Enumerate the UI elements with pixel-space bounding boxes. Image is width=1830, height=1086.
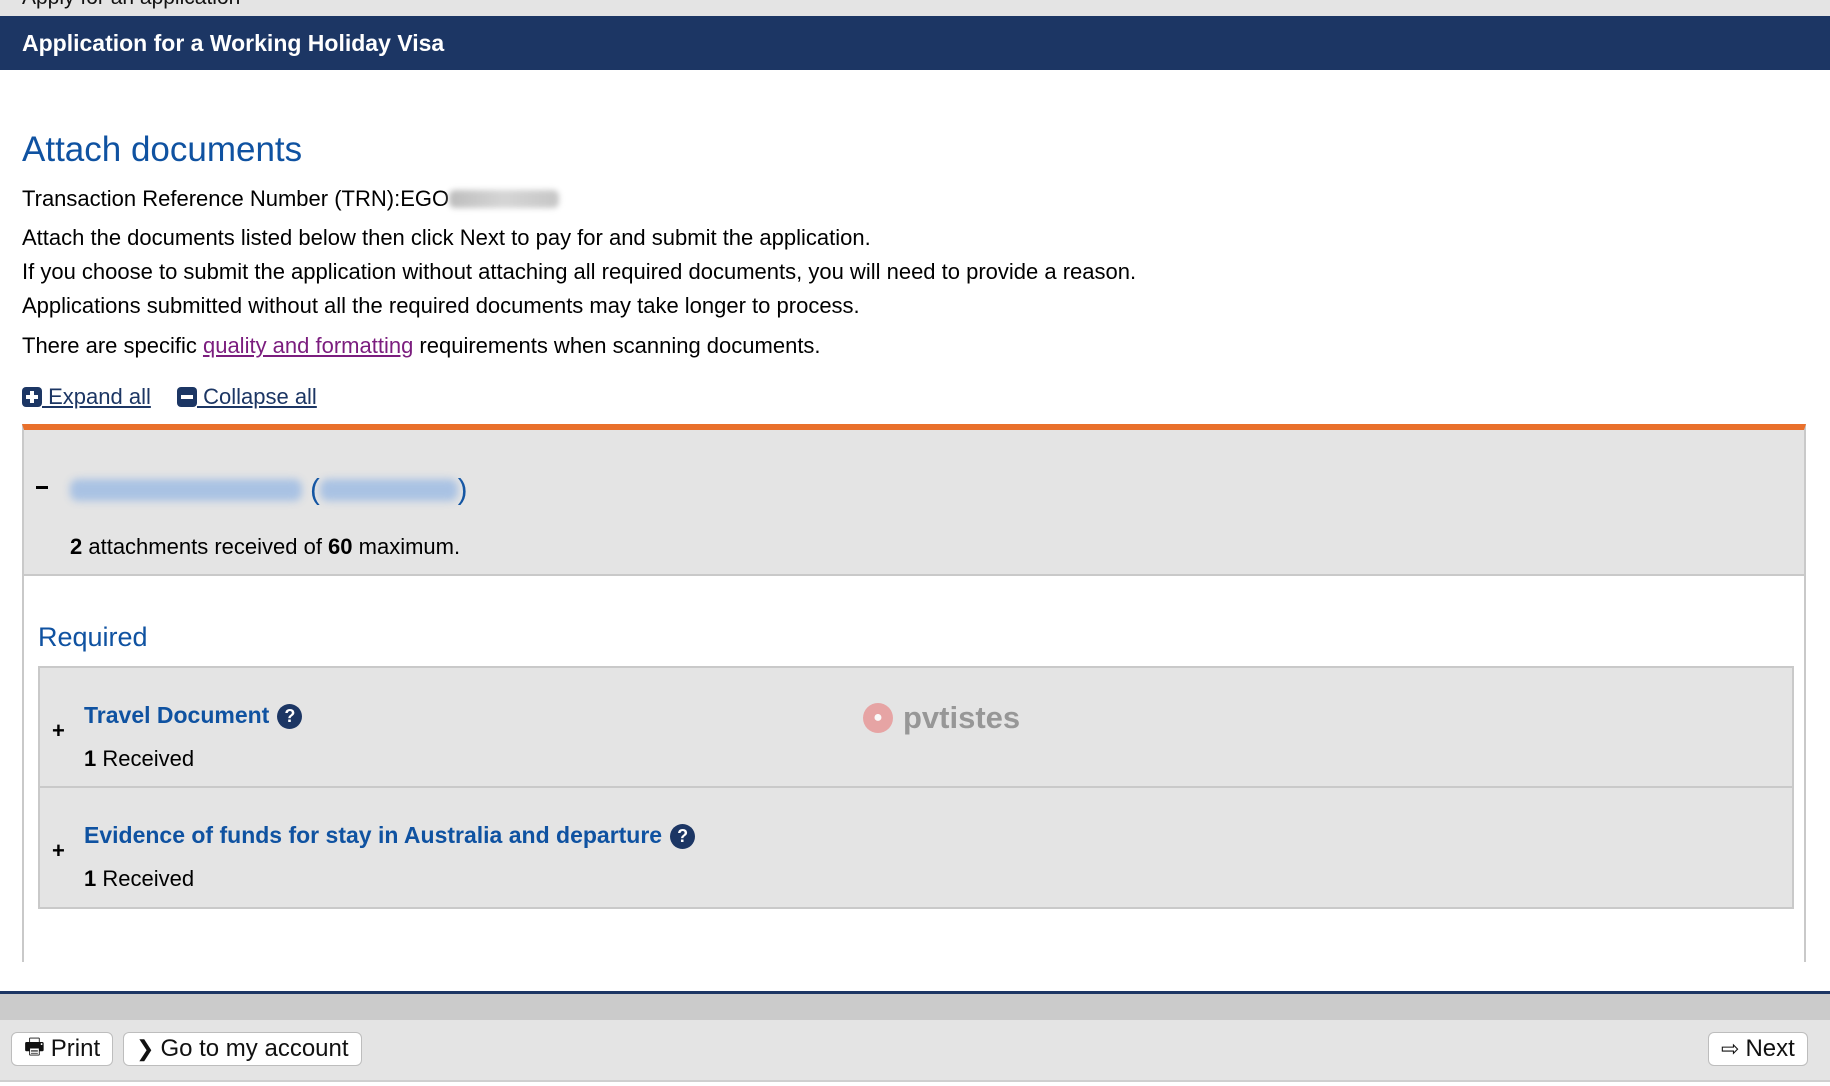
instruction-line: Applications submitted without all the r… bbox=[22, 293, 860, 318]
help-icon[interactable]: ? bbox=[277, 704, 303, 729]
print-label: Print bbox=[50, 1035, 101, 1062]
applicant-name[interactable]: () bbox=[70, 474, 467, 507]
next-label: Next bbox=[1745, 1035, 1795, 1062]
received-count: 2 bbox=[70, 534, 83, 559]
applicant-header[interactable]: () 2 attachments received of 60 maximum. bbox=[24, 430, 1804, 576]
trn-redacted bbox=[449, 190, 560, 208]
page-title: Attach documents bbox=[22, 130, 303, 169]
received-number: 1 bbox=[84, 746, 97, 771]
arrow-right-icon: ⇨ bbox=[1721, 1036, 1740, 1061]
top-strip-text: Apply for an application bbox=[22, 0, 240, 10]
trn-label: Transaction Reference Number (TRN):EGO bbox=[22, 186, 450, 211]
document-title-text: Travel Document bbox=[84, 702, 270, 728]
paren-close: ) bbox=[457, 474, 468, 506]
expand-toggle-icon[interactable]: + bbox=[52, 718, 65, 744]
paren-open: ( bbox=[310, 474, 320, 506]
app-title: Application for a Working Holiday Visa bbox=[22, 30, 445, 56]
document-received: 1 Received bbox=[84, 746, 194, 772]
plus-square-icon bbox=[22, 387, 42, 407]
expand-toggle-icon[interactable]: + bbox=[52, 838, 65, 864]
received-mid: attachments received of bbox=[82, 534, 329, 559]
required-heading: Required bbox=[38, 622, 148, 652]
footer-band bbox=[0, 994, 1830, 1020]
collapse-all-label: Collapse all bbox=[196, 384, 317, 409]
collapse-toggle-icon[interactable] bbox=[36, 486, 48, 489]
instruction-line: Attach the documents listed below then c… bbox=[22, 225, 871, 250]
app-header: Application for a Working Holiday Visa bbox=[0, 16, 1830, 70]
instruction-line: If you choose to submit the application … bbox=[22, 259, 1137, 284]
quality-formatting-link[interactable]: quality and formatting bbox=[203, 333, 413, 358]
document-title[interactable]: Travel Document? bbox=[84, 702, 303, 729]
quality-suffix: requirements when scanning documents. bbox=[413, 333, 821, 358]
applicant-panel: () 2 attachments received of 60 maximum.… bbox=[22, 424, 1806, 962]
name-redacted bbox=[70, 479, 302, 501]
attachment-count: 2 attachments received of 60 maximum. bbox=[70, 534, 460, 560]
received-label: Received bbox=[96, 866, 195, 891]
quality-prefix: There are specific bbox=[22, 333, 203, 358]
document-item-funds[interactable]: + Evidence of funds for stay in Australi… bbox=[40, 788, 1792, 907]
received-label: Received bbox=[96, 746, 195, 771]
account-label: Go to my account bbox=[160, 1035, 349, 1062]
minus-square-icon bbox=[176, 387, 197, 407]
expand-all-label: Expand all bbox=[42, 384, 151, 409]
footer-toolbar: 🖶 Print ❯ Go to my account ⇨ Next bbox=[0, 1020, 1830, 1082]
next-button[interactable]: ⇨ Next bbox=[1708, 1032, 1808, 1066]
browser-top-strip: Apply for an application bbox=[0, 0, 1830, 16]
received-end: maximum. bbox=[352, 534, 461, 559]
help-icon[interactable]: ? bbox=[670, 824, 696, 849]
dob-redacted bbox=[319, 479, 458, 501]
document-title[interactable]: Evidence of funds for stay in Australia … bbox=[84, 822, 696, 849]
printer-icon: 🖶 bbox=[24, 1034, 45, 1059]
expand-collapse-controls: Expand all Collapse all bbox=[22, 384, 337, 410]
go-to-account-button[interactable]: ❯ Go to my account bbox=[123, 1032, 362, 1066]
print-button[interactable]: 🖶 Print bbox=[11, 1032, 114, 1066]
document-received: 1 Received bbox=[84, 866, 194, 892]
chevron-right-icon: ❯ bbox=[136, 1036, 155, 1061]
received-number: 1 bbox=[84, 866, 97, 891]
watermark: ● pvtistes bbox=[863, 700, 1020, 736]
collapse-all-link[interactable]: Collapse all bbox=[176, 384, 317, 409]
quality-line: There are specific quality and formattin… bbox=[22, 333, 821, 359]
watermark-logo-icon: ● bbox=[863, 703, 893, 733]
document-title-text: Evidence of funds for stay in Australia … bbox=[84, 822, 663, 848]
watermark-text: pvtistes bbox=[903, 700, 1021, 735]
trn-line: Transaction Reference Number (TRN):EGO bbox=[22, 186, 560, 212]
expand-all-link[interactable]: Expand all bbox=[22, 384, 151, 409]
max-count: 60 bbox=[328, 534, 353, 559]
